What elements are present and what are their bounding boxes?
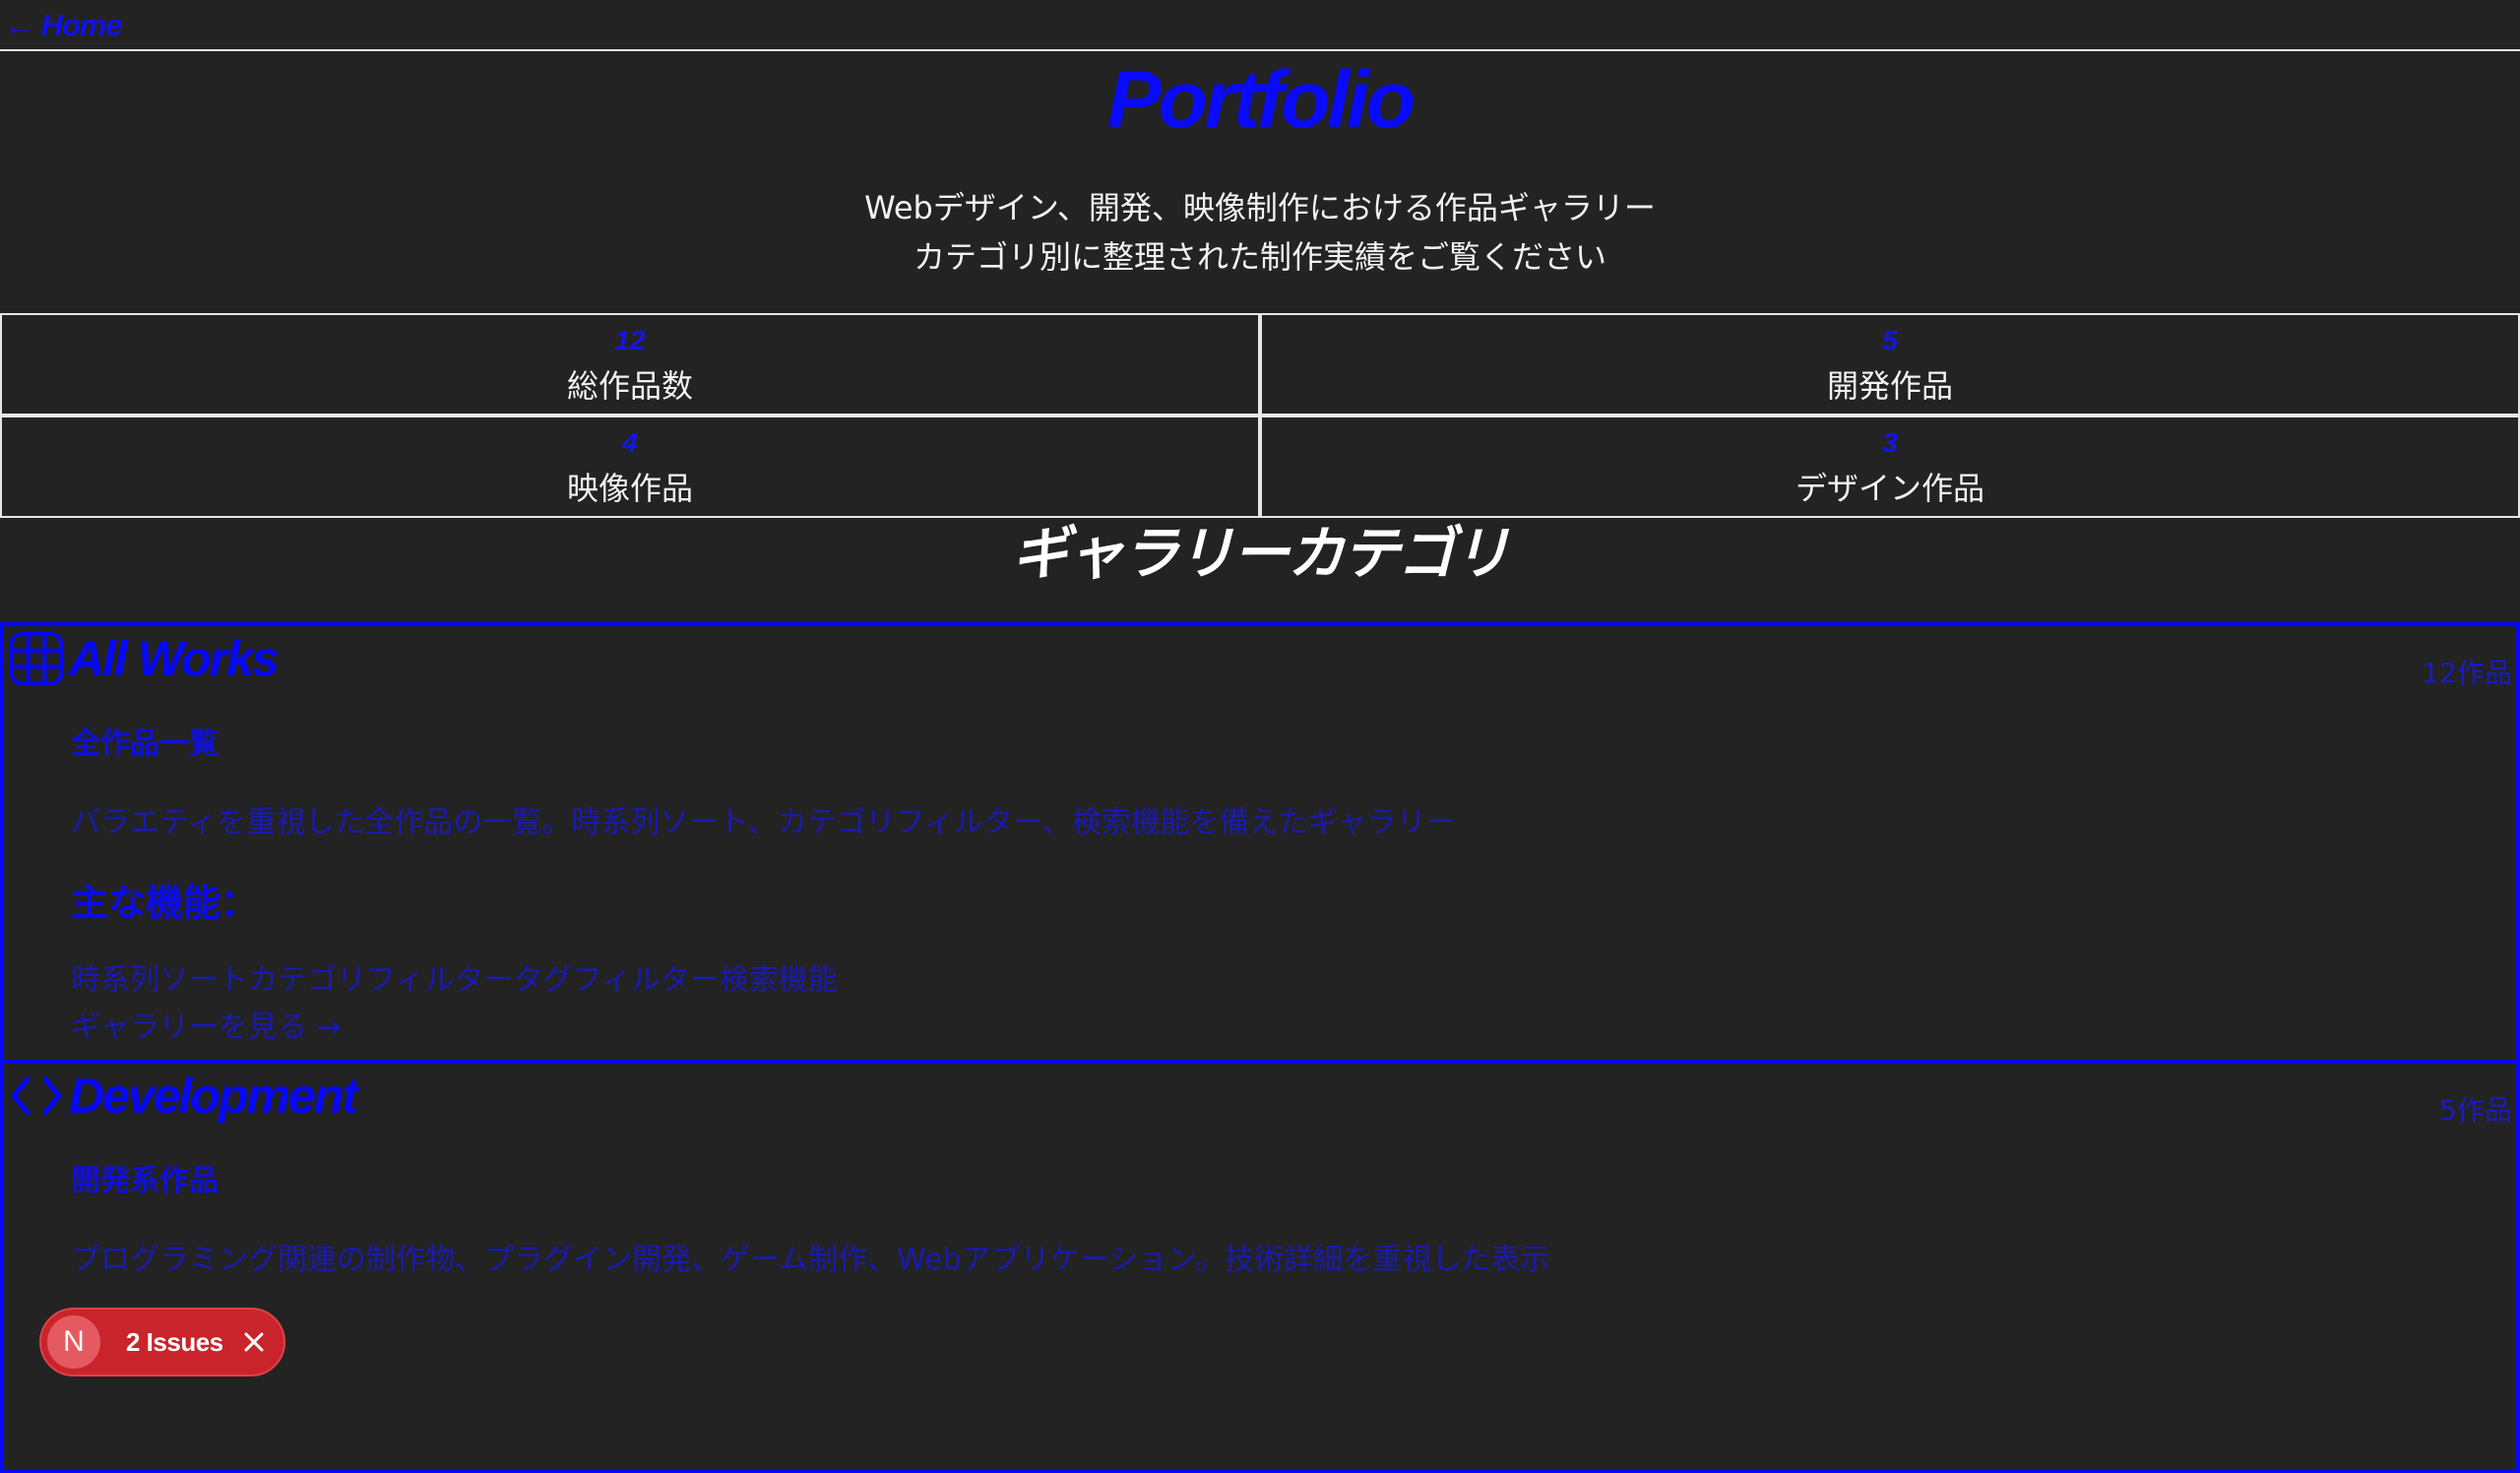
home-link[interactable]: ← Home	[4, 8, 123, 43]
code-icon	[8, 1067, 65, 1124]
close-icon[interactable]	[238, 1326, 270, 1358]
stat-development-works: 5 開発作品	[1260, 313, 2520, 416]
stat-value: 12	[614, 325, 646, 355]
category-card-all-works: All Works 12作品 全作品一覧 バラエティを重視した全作品の一覧。時系…	[0, 622, 2520, 1063]
card-subtitle: 開発系作品	[71, 1164, 219, 1198]
stat-label: 総作品数	[566, 367, 693, 405]
card-description: バラエティを重視した全作品の一覧。時系列ソート、カテゴリフィルター、検索機能を備…	[71, 805, 1456, 840]
card-title: Development	[69, 1068, 358, 1123]
card-work-count: 12作品	[2422, 657, 2512, 689]
page-title: Portfolio	[1106, 55, 1416, 145]
stat-value: 4	[622, 427, 638, 458]
category-card-development: Development 5作品 開発系作品 プログラミング関連の制作物、プラグイ…	[0, 1059, 2520, 1473]
stat-total-works: 12 総作品数	[0, 313, 1260, 416]
gallery-section-title: ギャラリーカテゴリ	[1011, 520, 1510, 587]
card-work-count: 5作品	[2439, 1094, 2512, 1126]
view-gallery-link[interactable]: ギャラリーを見る →	[71, 1008, 342, 1048]
stat-design-works: 3 デザイン作品	[1260, 416, 2520, 518]
stat-value: 3	[1882, 427, 1898, 458]
stat-label: デザイン作品	[1795, 470, 1984, 507]
card-description: プログラミング関連の制作物、プラグイン開発、ゲーム制作、Webアプリケーション。…	[71, 1243, 1550, 1277]
page-subtitle-line2: カテゴリ別に整理された制作実績をご覧ください	[913, 238, 1606, 276]
features-heading: 主な機能：	[71, 881, 259, 925]
card-title: All Works	[69, 631, 280, 686]
grid-icon	[8, 630, 65, 687]
issues-count-label[interactable]: 2 Issues	[126, 1310, 223, 1375]
stat-value: 5	[1882, 325, 1898, 355]
stat-label: 開発作品	[1826, 367, 1953, 405]
card-subtitle: 全作品一覧	[71, 727, 219, 761]
stat-label: 映像作品	[566, 470, 693, 507]
feature-list: 時系列ソートカテゴリフィルタータグフィルター検索機能	[71, 963, 838, 997]
page-subtitle-line1: Webデザイン、開発、映像制作における作品ギャラリー	[864, 189, 1656, 226]
nextjs-logo-icon: N	[47, 1315, 100, 1369]
stat-video-works: 4 映像作品	[0, 416, 1260, 518]
issues-badge[interactable]: N 2 Issues	[39, 1308, 285, 1377]
top-nav: ← Home	[0, 0, 2520, 51]
